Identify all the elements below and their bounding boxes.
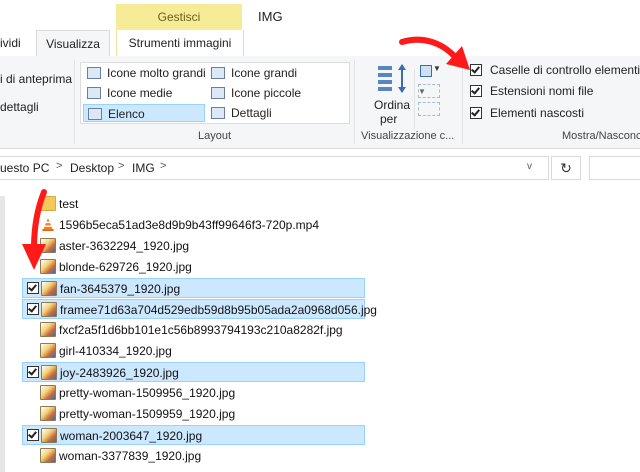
tab-strumenti-immagini[interactable]: Strumenti immagini: [116, 30, 244, 56]
item-checkboxes-option[interactable]: Caselle di controllo elementi: [470, 63, 640, 79]
item-checkbox[interactable]: [27, 429, 39, 441]
breadcrumb-separator[interactable]: >: [118, 160, 124, 172]
layout-item-label: Elenco: [108, 107, 145, 121]
hidden-items-option[interactable]: Elementi nascosti: [470, 106, 640, 122]
add-columns-button[interactable]: [418, 84, 440, 98]
window-title: IMG: [258, 9, 283, 24]
tab-visualizza[interactable]: Visualizza: [36, 30, 110, 57]
group-separator: [74, 60, 75, 144]
address-history-dropdown[interactable]: v: [527, 161, 532, 172]
annotation-arrow-icon: [399, 36, 470, 70]
address-row: uesto PC > Desktop > IMG > v ↻: [0, 150, 640, 186]
refresh-icon: ↻: [560, 160, 572, 176]
list-item[interactable]: fxcf2a5f1d6bb101e1c56b8993794193c210a828…: [22, 320, 365, 340]
list-icon: [88, 108, 102, 120]
jpg-image-icon: [40, 322, 56, 337]
hidden-items-checkbox[interactable]: [470, 107, 482, 119]
list-item-selected[interactable]: framee71d63a704d529edb59d8b95b05ada2a096…: [22, 299, 377, 319]
file-extensions-option[interactable]: Estensioni nomi file: [470, 84, 640, 100]
title-bar: [0, 0, 640, 30]
context-tab-gestisci[interactable]: Gestisci: [116, 4, 242, 30]
large-icons-icon: [211, 67, 225, 79]
jpg-image-icon: [40, 385, 56, 400]
file-name: woman-2003647_1920.jpg: [60, 429, 203, 443]
preview-pane-button[interactable]: i di anteprima: [0, 72, 72, 86]
file-name: joy-2483926_1920.jpg: [60, 366, 179, 380]
file-list: test 1596b5eca51ad3e8d9b9b43ff99646f3-72…: [22, 194, 382, 472]
list-item[interactable]: test: [22, 194, 365, 214]
layout-list[interactable]: Elenco: [83, 104, 205, 122]
breadcrumb-this-pc[interactable]: uesto PC: [0, 161, 49, 175]
list-item[interactable]: woman-3377839_1920.jpg: [22, 446, 365, 466]
navigation-pane-edge[interactable]: [0, 196, 5, 472]
jpg-image-icon: [41, 281, 57, 296]
file-name: 1596b5eca51ad3e8d9b9b43ff99646f3-720p.mp…: [59, 218, 320, 232]
layout-details[interactable]: Dettagli: [207, 104, 361, 122]
layout-gallery: Icone molto grandi Icone grandi Icone me…: [80, 62, 426, 129]
breadcrumb-desktop[interactable]: Desktop: [70, 161, 114, 175]
details-icon: [211, 107, 225, 119]
list-item[interactable]: blonde-629726_1920.jpg: [22, 257, 365, 277]
show-hide-group-label: Mostra/Nasconc: [562, 130, 640, 142]
file-name: fan-3645379_1920.jpg: [60, 282, 181, 296]
file-extensions-label: Estensioni nomi file: [490, 84, 594, 98]
file-name: fxcf2a5f1d6bb101e1c56b8993794193c210a828…: [59, 323, 343, 337]
item-checkboxes-label: Caselle di controllo elementi: [490, 63, 640, 77]
breadcrumb-img[interactable]: IMG: [132, 161, 155, 175]
annotation-arrow-icon: [22, 189, 47, 270]
list-item[interactable]: pretty-woman-1509956_1920.jpg: [22, 383, 365, 403]
list-item-selected[interactable]: joy-2483926_1920.jpg: [22, 362, 365, 382]
refresh-button[interactable]: ↻: [551, 156, 581, 180]
item-checkbox[interactable]: [27, 366, 39, 378]
breadcrumb-separator[interactable]: >: [56, 160, 62, 172]
size-columns-button[interactable]: [418, 102, 440, 116]
file-name: pretty-woman-1509956_1920.jpg: [59, 386, 236, 400]
search-input[interactable]: [589, 156, 640, 180]
layout-item-label: Icone molto grandi: [107, 66, 206, 80]
medium-icons-icon: [87, 87, 101, 99]
jpg-image-icon: [40, 343, 56, 358]
layout-item-label: Icone grandi: [231, 66, 298, 80]
extra-large-icons-icon: [87, 67, 101, 79]
jpg-image-icon: [41, 365, 57, 380]
layout-large-icons[interactable]: Icone grandi: [207, 64, 361, 82]
list-item[interactable]: 1596b5eca51ad3e8d9b9b43ff99646f3-720p.mp…: [22, 215, 365, 235]
layout-item-label: Icone piccole: [231, 86, 302, 100]
jpg-image-icon: [41, 428, 57, 443]
list-item-selected[interactable]: woman-2003647_1920.jpg: [22, 425, 365, 445]
list-item[interactable]: girl-410334_1920.jpg: [22, 341, 365, 361]
file-name: aster-3632294_1920.jpg: [59, 239, 190, 253]
file-name: framee71d63a704d529edb59d8b95b05ada2a096…: [60, 303, 377, 317]
ribbon-tab-strip: ividi Visualizza Strumenti immagini: [0, 30, 640, 57]
layout-item-label: Icone medie: [107, 86, 173, 100]
tab-condividi[interactable]: ividi: [0, 30, 21, 56]
list-item-selected[interactable]: fan-3645379_1920.jpg: [22, 278, 365, 298]
layout-group-label: Layout: [198, 130, 232, 142]
file-extensions-checkbox[interactable]: [470, 85, 482, 97]
file-name: blonde-629726_1920.jpg: [59, 260, 192, 274]
jpg-image-icon: [41, 302, 57, 317]
hidden-items-label: Elementi nascosti: [490, 106, 585, 120]
file-name: girl-410334_1920.jpg: [59, 344, 172, 358]
item-checkbox[interactable]: [27, 282, 39, 294]
breadcrumb-separator[interactable]: >: [160, 160, 166, 172]
file-name: pretty-woman-1509959_1920.jpg: [59, 407, 236, 421]
sort-label-line2: per: [380, 112, 398, 126]
list-item[interactable]: aster-3632294_1920.jpg: [22, 236, 365, 256]
layout-item-label: Dettagli: [231, 106, 272, 120]
details-pane-button[interactable]: dettagli: [0, 100, 39, 114]
jpg-image-icon: [40, 406, 56, 421]
item-checkbox[interactable]: [27, 303, 39, 315]
file-name: test: [59, 197, 79, 211]
list-item[interactable]: pretty-woman-1509959_1920.jpg: [22, 404, 365, 424]
ribbon: i di anteprima dettagli Icone molto gran…: [0, 56, 640, 149]
sort-label-line1: Ordina: [374, 98, 411, 112]
group-separator: [354, 60, 355, 144]
current-view-group-label: Visualizzazione c...: [361, 130, 455, 142]
file-name: woman-3377839_1920.jpg: [59, 449, 202, 463]
small-icons-icon: [211, 87, 225, 99]
layout-small-icons[interactable]: Icone piccole: [207, 84, 361, 102]
jpg-image-icon: [40, 448, 56, 463]
